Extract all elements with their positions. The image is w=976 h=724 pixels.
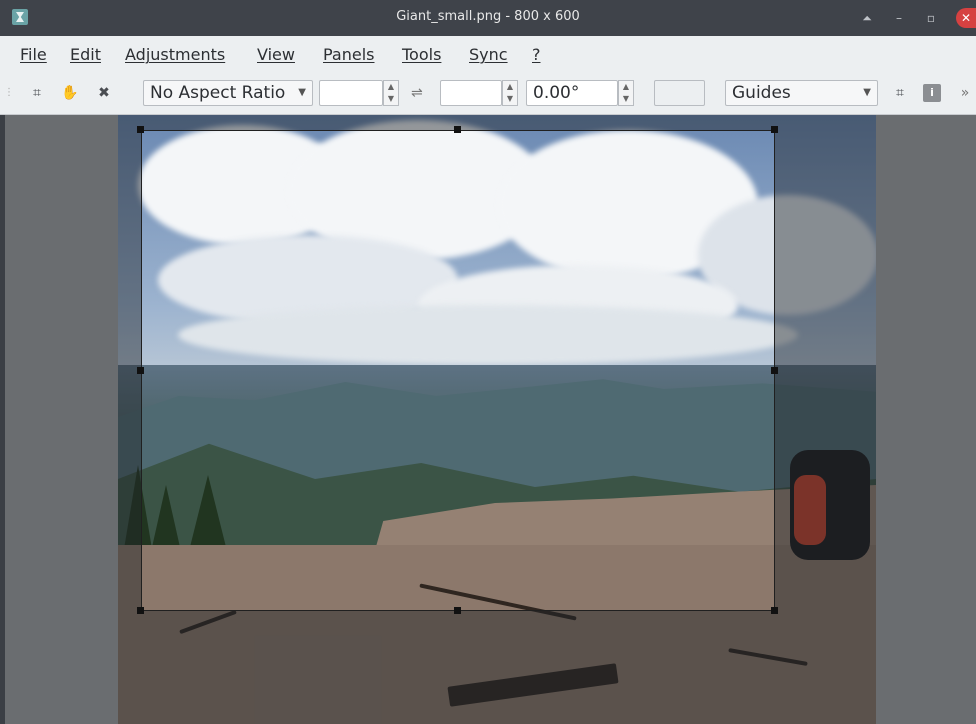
crop-handle-left[interactable]	[137, 367, 144, 374]
width-stepper[interactable]: ▲ ▼	[383, 80, 399, 106]
crop-handle-bottom[interactable]	[454, 607, 461, 614]
rotation-input[interactable]: 0.00°	[526, 80, 618, 106]
menu-panels[interactable]: Panels	[323, 45, 375, 64]
aspect-ratio-value: No Aspect Ratio	[150, 83, 286, 103]
aspect-ratio-select[interactable]: No Aspect Ratio ▼	[143, 80, 313, 106]
menubar: File Edit Adjustments View Panels Tools …	[0, 36, 976, 73]
restore-icon[interactable]: ▫	[923, 10, 939, 26]
height-stepper[interactable]: ▲ ▼	[502, 80, 518, 106]
crop-handle-bottom-left[interactable]	[137, 607, 144, 614]
crop-handle-right[interactable]	[771, 367, 778, 374]
chevron-down-icon: ▼	[298, 87, 306, 98]
crop-handle-top-right[interactable]	[771, 126, 778, 133]
crop-handle-top-left[interactable]	[137, 126, 144, 133]
crop-apply-icon[interactable]: ⌗	[891, 84, 909, 102]
info-icon[interactable]: i	[923, 84, 941, 102]
rotation-stepper[interactable]: ▲ ▼	[618, 80, 634, 106]
menu-file[interactable]: File	[20, 45, 47, 64]
chevron-down-icon: ▼	[863, 87, 871, 98]
window-title: Giant_small.png - 800 x 600	[396, 9, 580, 24]
crop-icon[interactable]: ⌗	[28, 84, 46, 102]
close-icon[interactable]: ✕	[956, 8, 976, 28]
crop-handle-bottom-right[interactable]	[771, 607, 778, 614]
menu-view[interactable]: View	[257, 45, 295, 64]
menu-adjustments[interactable]: Adjustments	[125, 45, 225, 64]
minimize-icon[interactable]: –	[891, 10, 907, 26]
toolbar-grip-icon: ⋮	[4, 87, 14, 98]
height-input[interactable]	[440, 80, 502, 106]
guides-select[interactable]: Guides ▼	[725, 80, 878, 106]
menu-tools[interactable]: Tools	[402, 45, 441, 64]
window-titlebar: Giant_small.png - 800 x 600 ⏶ – ▫ ✕	[0, 0, 976, 36]
color-swatch[interactable]	[654, 80, 705, 106]
crop-selection[interactable]	[141, 130, 775, 611]
toolbar-overflow-icon[interactable]: »	[958, 84, 972, 102]
width-input[interactable]	[319, 80, 383, 106]
guides-value: Guides	[732, 83, 791, 103]
hand-icon[interactable]: ✋	[61, 84, 79, 102]
crop-handle-top[interactable]	[454, 126, 461, 133]
menu-sync[interactable]: Sync	[469, 45, 508, 64]
menu-help[interactable]: ?	[532, 45, 541, 64]
swap-dimensions-icon[interactable]: ⇌	[411, 85, 423, 101]
cancel-icon[interactable]: ✖	[95, 84, 113, 102]
shade-window-icon[interactable]: ⏶	[859, 10, 875, 26]
crop-toolbar: ⋮ ⌗ ✋ ✖ No Aspect Ratio ▼ ▲ ▼ ⇌ ▲ ▼ 0.00° …	[0, 72, 976, 115]
menu-edit[interactable]: Edit	[70, 45, 101, 64]
